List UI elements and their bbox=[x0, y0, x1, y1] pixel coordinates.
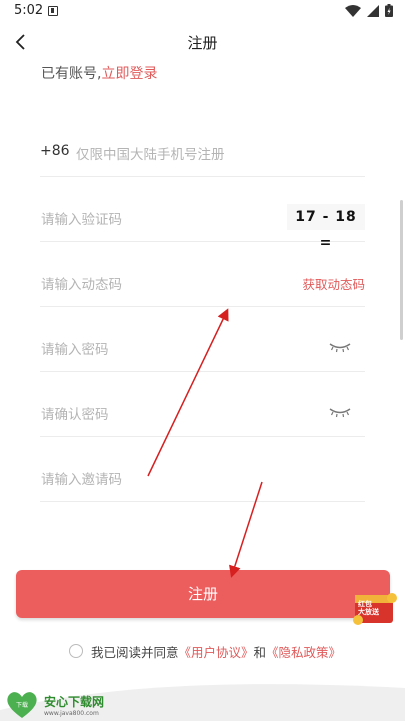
svg-text:下载: 下载 bbox=[16, 701, 28, 709]
signal-icon bbox=[367, 4, 379, 17]
confirm-password-input[interactable]: 请确认密码 bbox=[41, 403, 109, 423]
user-agreement-link[interactable]: 《用户协议》 bbox=[179, 642, 254, 661]
eye-closed-icon[interactable] bbox=[329, 406, 351, 418]
captcha-input[interactable]: 请输入验证码 bbox=[41, 208, 122, 228]
country-code-prefix[interactable]: +86 bbox=[40, 143, 70, 159]
login-now-link[interactable]: 立即登录 bbox=[101, 66, 157, 82]
agreement-prefix: 我已阅读并同意 bbox=[91, 644, 179, 660]
nav-bar: 注册 bbox=[0, 24, 405, 60]
battery-icon bbox=[385, 4, 393, 17]
register-button[interactable]: 注册 bbox=[16, 570, 390, 618]
wifi-icon bbox=[345, 4, 361, 17]
agree-checkbox[interactable] bbox=[69, 644, 83, 658]
agreement-row: 我已阅读并同意 《用户协议》 和 《隐私政策》 bbox=[69, 641, 341, 661]
eye-closed-icon[interactable] bbox=[329, 341, 351, 353]
agreement-and: 和 bbox=[253, 644, 267, 660]
invite-code-input[interactable]: 请输入邀请码 bbox=[41, 468, 122, 488]
scrollbar[interactable] bbox=[400, 200, 403, 340]
captcha-image[interactable]: 17 - 18 = bbox=[287, 204, 365, 251]
phone-input[interactable]: 仅限中国大陆手机号注册 bbox=[76, 143, 225, 163]
watermark-url: www.java800.com bbox=[44, 710, 99, 717]
dynamic-code-input[interactable]: 请输入动态码 bbox=[41, 273, 122, 293]
status-bar: 5:02 bbox=[0, 0, 405, 24]
red-packet-label: 红包 大放送 bbox=[358, 600, 379, 616]
status-icons bbox=[345, 4, 393, 17]
password-input[interactable]: 请输入密码 bbox=[41, 338, 109, 358]
login-hint: 已有账号,立即登录 bbox=[41, 63, 157, 83]
get-dynamic-code-button[interactable]: 获取动态码 bbox=[302, 274, 365, 293]
login-hint-text: 已有账号, bbox=[41, 66, 102, 82]
password-field[interactable]: 请输入密码 bbox=[40, 326, 365, 372]
watermark-heart-logo: 下载 bbox=[7, 692, 37, 718]
status-time: 5:02 bbox=[14, 3, 44, 18]
dynamic-code-field[interactable]: 请输入动态码 获取动态码 bbox=[40, 261, 365, 307]
phone-field[interactable]: +86 仅限中国大陆手机号注册 bbox=[40, 131, 365, 177]
captcha-field[interactable]: 请输入验证码 17 - 18 = bbox=[40, 196, 365, 251]
notification-icon bbox=[48, 6, 58, 16]
privacy-policy-link[interactable]: 《隐私政策》 bbox=[266, 642, 341, 661]
watermark-brand: 安心下载网 bbox=[44, 695, 105, 709]
watermark: 下载 安心下载网 www.java800.com bbox=[4, 690, 104, 720]
page-title: 注册 bbox=[187, 34, 218, 52]
confirm-password-field[interactable]: 请确认密码 bbox=[40, 391, 365, 437]
red-packet-badge[interactable]: 红包 大放送 bbox=[352, 590, 398, 630]
invite-code-field[interactable]: 请输入邀请码 bbox=[40, 456, 365, 502]
